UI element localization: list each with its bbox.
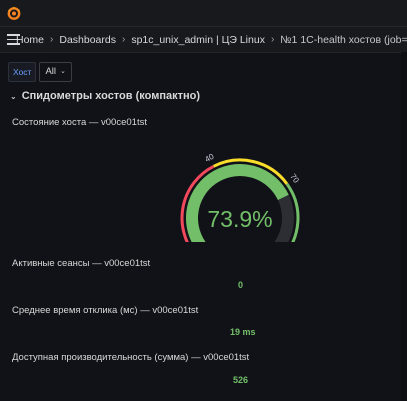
host-variable-label: Хост — [8, 62, 37, 82]
variable-bar: Хост All ⌄ — [8, 62, 72, 82]
chevron-down-icon: ⌄ — [60, 68, 66, 75]
breadcrumb-folder[interactable]: sp1c_unix_admin | ЦЭ Linux — [131, 34, 265, 46]
grafana-logo-icon[interactable] — [6, 5, 22, 21]
row-title: Спидометры хостов (компактно) — [21, 90, 201, 102]
host-variable-value: All — [45, 66, 57, 77]
scrollbar-track[interactable] — [401, 52, 407, 401]
breadcrumb-home[interactable]: Home — [16, 34, 44, 46]
panel-title-state[interactable]: Состояние хоста — v00ce01tst — [12, 117, 147, 128]
response-value: 19 ms — [230, 327, 256, 337]
host-variable-select[interactable]: All ⌄ — [39, 62, 72, 82]
top-bar — [0, 0, 407, 27]
chevron-right-icon: › — [121, 34, 126, 45]
breadcrumb-dashboard: №1 1C-health хостов (job=sp1c_unix... — [280, 33, 407, 46]
breadcrumb-dashboards[interactable]: Dashboards — [59, 34, 116, 46]
row-header[interactable]: ⌄ Спидометры хостов (компактно) — [10, 90, 200, 102]
panel-title-throughput[interactable]: Доступная производительность (сумма) — v… — [12, 352, 249, 363]
gauge-tick-label: 70 — [288, 172, 301, 185]
breadcrumb-bar: Home › Dashboards › sp1c_unix_admin | ЦЭ… — [0, 27, 407, 53]
chevron-down-icon: ⌄ — [10, 91, 17, 101]
panel-title-response[interactable]: Среднее время отклика (мс) — v00ce01tst — [12, 305, 198, 316]
sessions-value: 0 — [238, 280, 244, 290]
gauge-value: 73.9% — [207, 206, 272, 232]
panel-title-sessions[interactable]: Активные сеансы — v00ce01tst — [12, 258, 150, 269]
gauge-tick-label: 40 — [203, 152, 216, 164]
throughput-value: 526 — [233, 375, 249, 385]
chevron-right-icon: › — [270, 34, 275, 45]
host-state-gauge: 73.9% 04070100 — [180, 152, 301, 242]
chevron-right-icon: › — [50, 34, 54, 45]
